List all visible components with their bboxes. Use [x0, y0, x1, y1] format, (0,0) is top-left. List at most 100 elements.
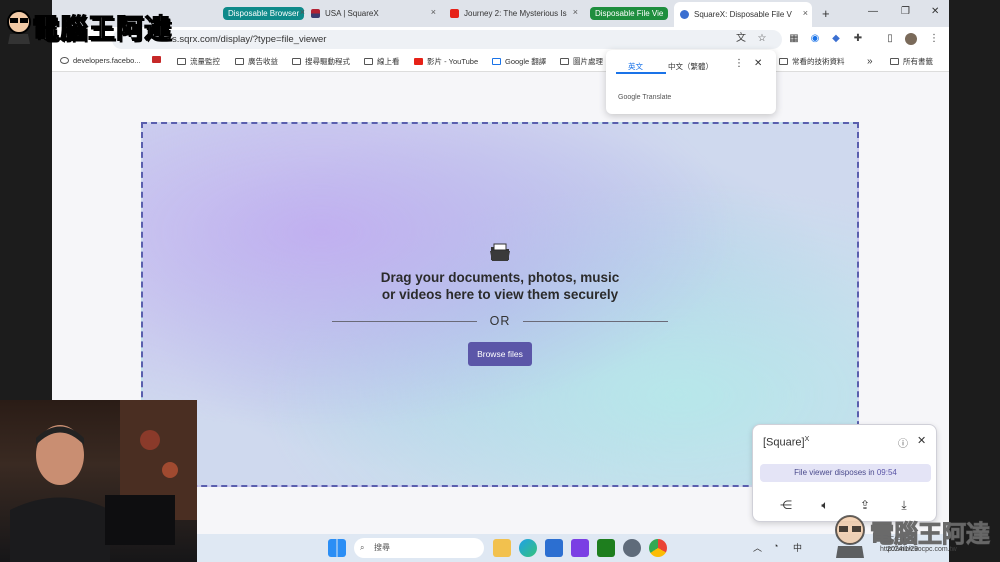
- edge-icon[interactable]: [519, 539, 537, 557]
- flag-icon: [311, 9, 320, 18]
- plus-icon: +: [822, 6, 830, 21]
- or-separator: OR: [489, 314, 511, 328]
- tab-usa-squarex[interactable]: USA | SquareX ×: [305, 4, 440, 23]
- bookmark-item[interactable]: [152, 56, 165, 63]
- active-tab-indicator: [616, 72, 666, 74]
- bookmark-star-icon[interactable]: ☆: [756, 33, 768, 45]
- puzzle-icon[interactable]: ✚: [852, 33, 864, 45]
- settings-gear-icon[interactable]: [623, 539, 641, 557]
- bookmark-label: Google 翻譯: [505, 57, 547, 66]
- folder-icon: [177, 58, 186, 65]
- taskbar-search[interactable]: ⌕ 搜尋: [354, 538, 484, 558]
- dispose-timer: File viewer disposes in 09:54: [760, 464, 931, 482]
- profile-avatar[interactable]: [905, 33, 917, 45]
- folder-icon: [364, 58, 373, 65]
- tab-label: SquareX: Disposable File V: [694, 10, 792, 19]
- bookmark-folder[interactable]: 流量監控: [177, 56, 220, 67]
- more-options-icon[interactable]: ⋮: [734, 58, 744, 69]
- presenter-image: [10, 400, 197, 562]
- channel-logo: 電腦王阿達: [6, 6, 172, 46]
- folder-icon: [292, 58, 301, 65]
- window-close-icon[interactable]: ✕: [931, 6, 939, 17]
- drop-instructions: Drag your documents, photos, music or vi…: [143, 269, 857, 303]
- watermark-url: http://www.kocpc.com.tw: [880, 546, 957, 553]
- google-translate-icon: [492, 58, 501, 65]
- store-icon[interactable]: [545, 539, 563, 557]
- squarex-panel: [Square]X ⓘ ✕ File viewer disposes in 09…: [752, 424, 937, 522]
- browse-files-button[interactable]: Browse files: [468, 342, 532, 366]
- url-bar[interactable]: s.sqrx.com/display/?type=file_viewer: [112, 30, 782, 49]
- close-tab-icon[interactable]: ×: [573, 7, 578, 17]
- more-bookmarks-icon[interactable]: »: [867, 56, 873, 67]
- address-toolbar: s.sqrx.com/display/?type=file_viewer 文 ☆…: [52, 27, 949, 52]
- logo-text: 電腦王阿達: [32, 13, 172, 45]
- translate-icon[interactable]: 文: [735, 33, 747, 45]
- bookmark-folder[interactable]: 圖片處理: [560, 56, 603, 67]
- search-placeholder: 搜尋: [374, 543, 390, 552]
- file-explorer-icon[interactable]: [493, 539, 511, 557]
- new-tab-button[interactable]: +: [816, 4, 834, 23]
- tab-youtube-journey[interactable]: Journey 2: The Mysterious Is ×: [444, 4, 582, 23]
- bookmark-item[interactable]: developers.facebo...: [60, 56, 141, 65]
- extension-icon[interactable]: ◉: [809, 33, 821, 45]
- close-icon[interactable]: ✕: [917, 434, 926, 447]
- watermark: 電腦王阿達 http://www.kocpc.com.tw: [830, 512, 995, 562]
- minimize-icon[interactable]: —: [868, 6, 878, 17]
- globe-icon: [60, 57, 69, 64]
- bookmark-item[interactable]: Google 翻譯: [492, 56, 546, 67]
- bookmark-label: 廣告收益: [248, 57, 278, 66]
- close-icon[interactable]: ✕: [754, 58, 762, 69]
- tab-target-language[interactable]: 中文（繁體）: [668, 61, 713, 72]
- bookmark-label: developers.facebo...: [73, 56, 141, 65]
- menu-kebab-icon[interactable]: ⋮: [928, 33, 940, 45]
- bookmark-folder[interactable]: 廣告收益: [235, 56, 278, 67]
- tab-label: Disposable File Vie: [590, 7, 669, 20]
- presenter-webcam: [0, 400, 197, 562]
- bookmark-label: 流量監控: [190, 57, 220, 66]
- share-icon[interactable]: ⋲: [778, 497, 794, 513]
- folder-icon: [779, 58, 788, 65]
- tab-source-language[interactable]: 英文: [628, 61, 643, 72]
- app-icon[interactable]: [571, 539, 589, 557]
- timer-label: File viewer disposes in: [794, 468, 875, 477]
- download-icon[interactable]: ⤓: [896, 497, 912, 513]
- sidepanel-icon[interactable]: ▯: [884, 33, 896, 45]
- chrome-icon[interactable]: [649, 539, 667, 557]
- ime-indicator[interactable]: 中: [793, 541, 802, 554]
- bookmark-folder[interactable]: 所有書籤: [890, 56, 933, 67]
- bookmark-label: 圖片處理: [573, 57, 603, 66]
- windows-start-icon[interactable]: [328, 539, 346, 557]
- close-tab-icon[interactable]: ×: [803, 8, 808, 18]
- folder-icon: [235, 58, 244, 65]
- folder-icon: [890, 58, 899, 65]
- folder-icon: [560, 58, 569, 65]
- bookmark-label: 所有書籤: [903, 57, 933, 66]
- tray-app-icon[interactable]: ◔: [773, 541, 778, 551]
- youtube-icon: [414, 58, 423, 65]
- bookmark-red-icon: [152, 56, 161, 63]
- tab-disposable-browser[interactable]: Disposable Browser ×: [217, 4, 309, 23]
- drop-text-line: Drag your documents, photos, music: [380, 270, 620, 285]
- translate-popup: 英文 中文（繁體） ⋮ ✕ Google Translate: [606, 50, 776, 114]
- search-icon: ⌕: [360, 543, 365, 552]
- tray-chevron-icon[interactable]: ︿: [753, 541, 762, 554]
- close-tab-icon[interactable]: ×: [431, 7, 436, 17]
- mascot-watermark-icon: [835, 515, 865, 558]
- volume-icon[interactable]: 🔈︎: [817, 497, 833, 513]
- tab-disposable-file-viewer[interactable]: Disposable File Vie: [584, 4, 672, 23]
- xbox-icon[interactable]: [597, 539, 615, 557]
- squarex-extension-icon[interactable]: ◆: [830, 33, 842, 45]
- google-translate-brand: Google Translate: [618, 94, 672, 101]
- help-icon[interactable]: ⓘ: [898, 435, 908, 450]
- upload-icon[interactable]: ⇪: [857, 497, 873, 513]
- bookmark-folder[interactable]: 線上看: [364, 56, 400, 67]
- tab-squarex-active[interactable]: SquareX: Disposable File V ×: [674, 2, 812, 27]
- extension-grid-icon[interactable]: ▦: [788, 33, 800, 45]
- panel-title-text: [Square]: [763, 436, 805, 449]
- bookmark-folder[interactable]: 常看的技術資料: [779, 56, 845, 67]
- bookmark-folder[interactable]: 搜尋驅動程式: [292, 56, 350, 67]
- tab-label: Disposable Browser: [223, 7, 305, 20]
- bookmark-item[interactable]: 影片 - YouTube: [414, 56, 478, 67]
- maximize-icon[interactable]: ❐: [901, 6, 910, 17]
- squarex-icon: [680, 10, 689, 19]
